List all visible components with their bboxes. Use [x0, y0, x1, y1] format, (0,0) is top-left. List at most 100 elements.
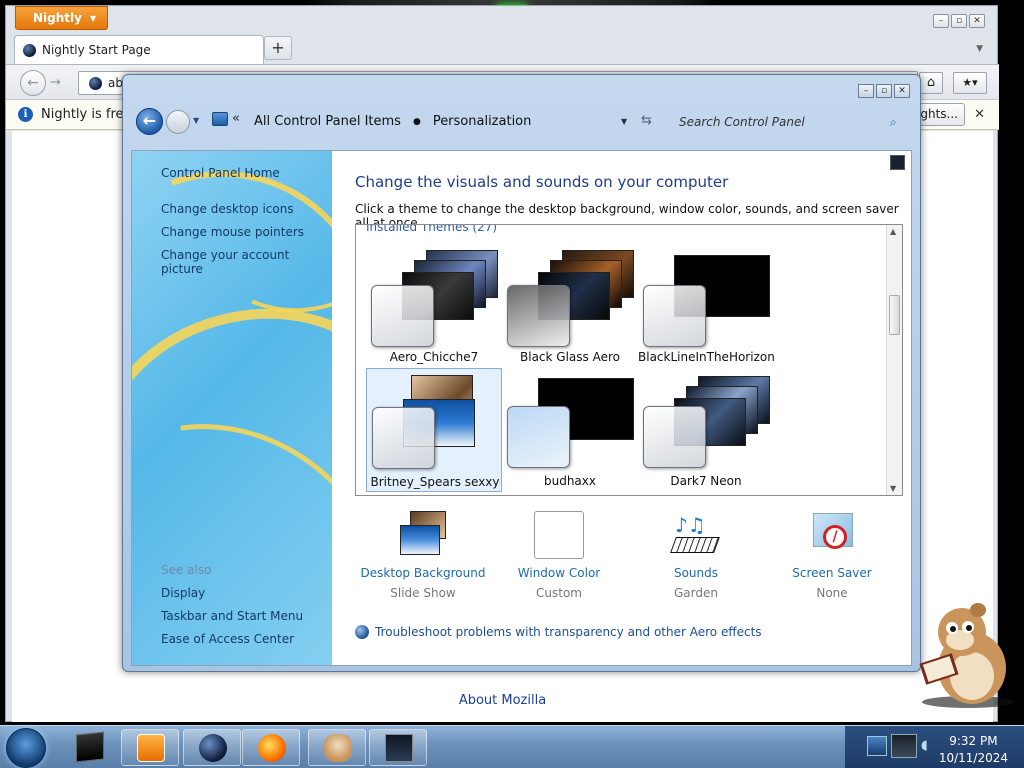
sidebar-item-mouse-pointers[interactable]: Change mouse pointers — [161, 225, 304, 239]
theme-item[interactable]: Dark7 Neon — [638, 368, 774, 492]
start-button[interactable] — [6, 728, 46, 768]
forward-button[interactable]: → — [50, 75, 61, 90]
taskbar-app-3[interactable] — [242, 729, 300, 766]
list-tabs-icon[interactable]: ▼ — [976, 44, 983, 54]
breadcrumb-overflow-icon[interactable]: « — [232, 111, 240, 126]
back-button[interactable]: ← — [136, 108, 163, 135]
breadcrumb-personalization[interactable]: Personalization — [433, 114, 532, 129]
site-identity-icon — [89, 76, 102, 90]
firefox-icon — [258, 734, 286, 762]
theme-name: Britney_Spears sexxy — [370, 475, 500, 489]
troubleshoot-link[interactable]: Troubleshoot problems with transparency … — [355, 625, 762, 639]
help-icon[interactable] — [890, 155, 905, 170]
cp-content: Control Panel Home Change desktop icons … — [131, 150, 912, 666]
screen-saver-icon: / — [807, 511, 857, 559]
setting-label: Sounds — [673, 566, 719, 580]
theme-item[interactable]: budhaxx — [502, 368, 638, 492]
taskbar: ◖ 9:32 PM 10/11/2024 — [0, 725, 1024, 768]
setting-value: Slide Show — [390, 586, 456, 600]
theme-name: budhaxx — [543, 474, 596, 488]
info-icon: i — [18, 107, 33, 122]
window-color-setting[interactable]: Window Color Custom — [491, 511, 627, 600]
back-button[interactable]: ← — [20, 70, 46, 96]
taskbar-app-0[interactable] — [61, 729, 119, 766]
theme-item-selected[interactable]: Britney_Spears sexxy — [366, 368, 502, 492]
minimize-button[interactable]: – — [858, 84, 874, 98]
theme-gallery: Installed Themes (27) Aero_Chicche7 Blac… — [355, 224, 903, 496]
breadcrumb-all-items[interactable]: All Control Panel Items — [254, 114, 401, 129]
scroll-thumb[interactable] — [889, 295, 900, 335]
taskbar-app-5[interactable] — [369, 729, 427, 766]
clock[interactable]: 9:32 PM 10/11/2024 — [939, 733, 1008, 767]
sidebar-item-display[interactable]: Display — [161, 586, 205, 600]
scroll-down-icon[interactable]: ▼ — [890, 484, 896, 493]
theme-settings: Desktop Background Slide Show Window Col… — [355, 511, 903, 611]
recent-pages-dropdown-icon[interactable]: ▼ — [193, 116, 199, 125]
search-icon[interactable]: ⌕ — [890, 115, 912, 130]
breadcrumb-separator-icon: ● — [412, 116, 421, 127]
system-tray: ◖ 9:32 PM 10/11/2024 — [845, 726, 1024, 768]
minimize-button[interactable]: – — [933, 14, 949, 28]
theme-name: BlackLineInTheHorizon — [638, 350, 775, 364]
page-title: Change the visuals and sounds on your co… — [355, 173, 729, 191]
theme-item[interactable]: Black Glass Aero — [502, 240, 638, 364]
theme-item[interactable]: Aero_Chicche7 — [366, 240, 502, 364]
new-tab-button[interactable]: + — [264, 36, 292, 60]
taskbar-app-4[interactable] — [308, 729, 366, 766]
theme-item[interactable]: BlackLineInTheHorizon — [638, 240, 775, 364]
nightly-globe-icon — [23, 43, 36, 57]
windows-media-player-icon — [137, 734, 165, 762]
troubleshoot-label: Troubleshoot problems with transparency … — [375, 625, 762, 639]
cp-window-controls: – ▫ ✕ — [858, 84, 910, 98]
theme-name: Dark7 Neon — [670, 474, 742, 488]
troubleshoot-icon — [355, 625, 369, 639]
about-mozilla-link[interactable]: About Mozilla — [12, 693, 993, 708]
window-color-icon — [534, 511, 584, 559]
taskbar-app-2[interactable] — [183, 729, 241, 766]
hamster-icon — [324, 734, 352, 762]
setting-value: Garden — [674, 586, 718, 600]
nightly-menu-label: Nightly — [33, 11, 82, 25]
scroll-up-icon[interactable]: ▲ — [890, 227, 896, 236]
tab-nightly-start-page[interactable]: Nightly Start Page — [14, 35, 264, 64]
action-center-icon[interactable] — [891, 734, 917, 758]
address-dropdown-icon[interactable]: ▼ — [621, 117, 627, 126]
search-input[interactable]: Search Control Panel — [673, 111, 912, 133]
setting-label: Desktop Background — [360, 566, 486, 580]
sounds-icon: ♪♫ — [670, 511, 721, 559]
network-icon[interactable] — [867, 736, 887, 756]
setting-label: Screen Saver — [792, 566, 872, 580]
tab-title: Nightly Start Page — [42, 43, 151, 57]
refresh-icon[interactable]: ⇆ — [641, 113, 652, 128]
desktop-background-icon — [398, 511, 448, 559]
volume-icon[interactable]: ◖ — [921, 738, 928, 753]
sidebar-item-ease-of-access[interactable]: Ease of Access Center — [161, 632, 294, 646]
nightly-icon — [199, 734, 227, 762]
sounds-setting[interactable]: ♪♫ Sounds Garden — [628, 511, 764, 600]
screen-saver-setting[interactable]: / Screen Saver None — [764, 511, 900, 600]
close-button[interactable]: ✕ — [969, 14, 985, 28]
breadcrumb: All Control Panel Items ● Personalizatio… — [254, 114, 531, 129]
home-icon[interactable]: ⌂ — [919, 72, 943, 94]
clock-date: 10/11/2024 — [938, 751, 1008, 765]
gallery-scrollbar[interactable]: ▲ ▼ — [886, 225, 902, 495]
see-also-label: See also — [161, 563, 212, 577]
desktop-background-setting[interactable]: Desktop Background Slide Show — [355, 511, 491, 600]
sidebar-item-taskbar[interactable]: Taskbar and Start Menu — [161, 609, 303, 623]
bookmarks-icon[interactable]: ★▾ — [953, 72, 987, 94]
close-icon[interactable]: ✕ — [974, 107, 985, 122]
browser-window-controls: – ▫ ✕ — [933, 14, 985, 28]
taskbar-app-1[interactable] — [121, 729, 179, 766]
forward-button[interactable] — [166, 110, 190, 134]
url-value: ab — [108, 76, 123, 90]
sidebar-item-control-panel-home[interactable]: Control Panel Home — [161, 166, 280, 180]
sidebar-item-desktop-icons[interactable]: Change desktop icons — [161, 202, 294, 216]
sidebar-item-account-picture[interactable]: Change your account picture — [161, 248, 332, 276]
know-your-rights-button[interactable]: ghts... — [913, 103, 965, 126]
close-button[interactable]: ✕ — [894, 84, 910, 98]
desktop: Nightly ▼ – ▫ ✕ Nightly Start Page + ▼ ← … — [0, 0, 1024, 768]
maximize-button[interactable]: ▫ — [951, 14, 967, 28]
maximize-button[interactable]: ▫ — [876, 84, 892, 98]
nightly-menu-button[interactable]: Nightly ▼ — [15, 6, 108, 30]
theme-name: Black Glass Aero — [520, 350, 620, 364]
